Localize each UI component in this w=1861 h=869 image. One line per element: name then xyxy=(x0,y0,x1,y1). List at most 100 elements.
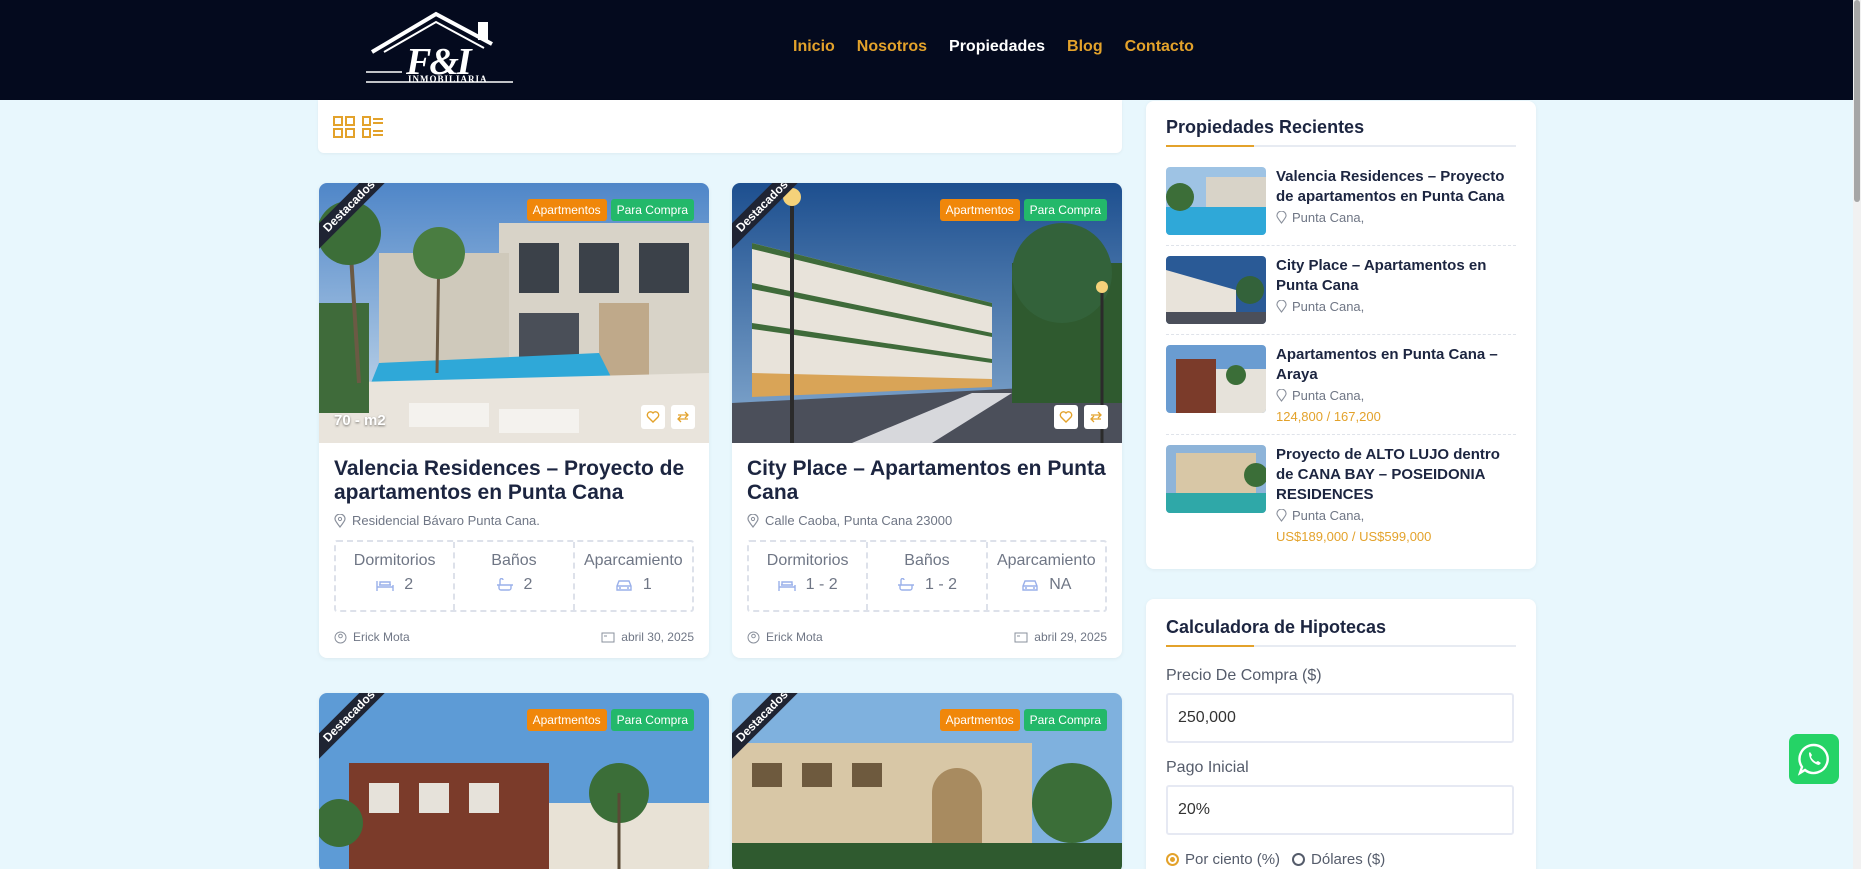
bed-icon xyxy=(376,581,394,591)
recent-title[interactable]: Valencia Residences – Proyecto de aparta… xyxy=(1276,167,1516,207)
property-specs: Dormitorios 1 - 2 Baños 1 - 2 Aparcamien… xyxy=(747,540,1107,612)
property-title[interactable]: Valencia Residences – Proyecto de aparta… xyxy=(334,457,694,505)
location-pin-icon xyxy=(1276,211,1287,224)
property-address: Residencial Bávaro Punta Cana. xyxy=(352,513,540,528)
radio-selected-icon[interactable] xyxy=(1166,853,1179,866)
type-tag[interactable]: Apartmentos xyxy=(526,199,607,221)
property-card[interactable]: Destacados Apartmentos Para Compra xyxy=(732,693,1122,869)
property-card[interactable]: Destacados Apartmentos Para Compra 70 - … xyxy=(319,183,709,658)
location-pin-icon xyxy=(1276,300,1287,313)
recent-location: Punta Cana, xyxy=(1292,388,1365,403)
author-name[interactable]: Erick Mota xyxy=(766,630,823,644)
property-title[interactable]: City Place – Apartamentos en Punta Cana xyxy=(747,457,1107,505)
recent-title[interactable]: Apartamentos en Punta Cana – Araya xyxy=(1276,345,1516,385)
bed-icon xyxy=(777,581,796,591)
recent-title[interactable]: City Place – Apartamentos en Punta Cana xyxy=(1276,256,1516,296)
logo-subtitle: INMOBILIARIA xyxy=(408,74,488,84)
recent-price: US$189,000 / US$599,000 xyxy=(1276,529,1432,544)
property-image[interactable]: Destacados Apartmentos Para Compra xyxy=(732,183,1122,443)
user-icon xyxy=(334,631,347,643)
compare-button[interactable] xyxy=(1084,405,1108,429)
status-tag[interactable]: Para Compra xyxy=(610,709,694,731)
area-label: 70 - m2 xyxy=(334,412,386,429)
bedrooms-value: 1 - 2 xyxy=(805,576,838,593)
view-toggle-bar xyxy=(318,100,1122,153)
property-specs: Dormitorios 2 Baños 2 Aparcamiento 1 xyxy=(334,540,694,612)
parking-value: 1 xyxy=(642,576,652,593)
status-tag[interactable]: Para Compra xyxy=(1023,709,1107,731)
widget-title: Propiedades Recientes xyxy=(1166,117,1516,147)
property-image[interactable]: Destacados Apartmentos Para Compra xyxy=(319,693,709,869)
heart-icon xyxy=(1059,411,1073,423)
favorite-button[interactable] xyxy=(641,405,665,429)
recent-thumbnail[interactable] xyxy=(1166,256,1266,324)
grid-icon[interactable] xyxy=(333,116,355,138)
author-name[interactable]: Erick Mota xyxy=(353,630,410,644)
whatsapp-button[interactable] xyxy=(1789,734,1839,784)
car-icon xyxy=(616,580,632,591)
status-tag[interactable]: Para Compra xyxy=(610,199,694,221)
compare-button[interactable] xyxy=(671,405,695,429)
property-address: Calle Caoba, Punta Cana 23000 xyxy=(765,513,953,528)
parking-label: Aparcamiento xyxy=(583,552,683,569)
page-scrollbar[interactable] xyxy=(1853,0,1861,869)
heart-icon xyxy=(646,411,660,423)
parking-label: Aparcamiento xyxy=(996,552,1096,569)
type-tag[interactable]: Apartmentos xyxy=(939,199,1020,221)
percent-radio[interactable]: Por ciento (%) xyxy=(1166,851,1280,868)
bathrooms-label: Baños xyxy=(491,552,537,569)
compare-icon xyxy=(1090,411,1102,423)
purchase-price-input[interactable] xyxy=(1166,693,1514,743)
scrollbar-thumb[interactable] xyxy=(1854,0,1860,202)
featured-ribbon: Destacados xyxy=(319,693,389,763)
location-pin-icon xyxy=(334,513,346,528)
nav-blog[interactable]: Blog xyxy=(1067,38,1103,56)
recent-item[interactable]: City Place – Apartamentos en Punta Cana … xyxy=(1166,246,1516,335)
parking-value: NA xyxy=(1049,576,1072,593)
down-payment-label: Pago Inicial xyxy=(1166,759,1249,776)
purchase-price-label: Precio De Compra ($) xyxy=(1166,667,1322,684)
recent-item[interactable]: Valencia Residences – Proyecto de aparta… xyxy=(1166,157,1516,246)
recent-item[interactable]: Proyecto de ALTO LUJO dentro de CANA BAY… xyxy=(1166,435,1516,554)
location-pin-icon xyxy=(1276,509,1287,522)
type-tag[interactable]: Apartmentos xyxy=(939,709,1020,731)
type-tag[interactable]: Apartmentos xyxy=(526,709,607,731)
compare-icon xyxy=(677,411,689,423)
user-icon xyxy=(747,631,760,643)
location-pin-icon xyxy=(1276,389,1287,402)
bedrooms-label: Dormitorios xyxy=(353,552,436,569)
widget-title: Calculadora de Hipotecas xyxy=(1166,617,1516,647)
nav-inicio[interactable]: Inicio xyxy=(793,38,835,56)
recent-location: Punta Cana, xyxy=(1292,299,1365,314)
recent-item[interactable]: Apartamentos en Punta Cana – Araya Punta… xyxy=(1166,335,1516,435)
down-payment-input[interactable] xyxy=(1166,785,1514,835)
property-image[interactable]: Destacados Apartmentos Para Compra xyxy=(732,693,1122,869)
list-icon[interactable] xyxy=(362,116,384,138)
recent-thumbnail[interactable] xyxy=(1166,445,1266,513)
radio-unselected-icon[interactable] xyxy=(1292,853,1306,866)
bedrooms-label: Dormitorios xyxy=(766,552,849,569)
bathrooms-value: 1 - 2 xyxy=(924,576,957,593)
post-date: abril 30, 2025 xyxy=(621,630,694,644)
calendar-icon xyxy=(1014,632,1028,642)
location-pin-icon xyxy=(747,513,759,528)
recent-price: 124,800 / 167,200 xyxy=(1276,409,1381,424)
status-tag[interactable]: Para Compra xyxy=(1023,199,1107,221)
calendar-icon xyxy=(601,632,615,642)
recent-thumbnail[interactable] xyxy=(1166,167,1266,235)
mortgage-calculator-widget: Calculadora de Hipotecas Precio De Compr… xyxy=(1146,599,1536,869)
site-logo[interactable]: F&I INMOBILIARIA xyxy=(366,10,520,88)
recent-thumbnail[interactable] xyxy=(1166,345,1266,413)
nav-contacto[interactable]: Contacto xyxy=(1125,38,1194,56)
nav-propiedades[interactable]: Propiedades xyxy=(949,38,1045,56)
whatsapp-icon xyxy=(1797,743,1829,776)
site-header: F&I INMOBILIARIA Inicio Nosotros Propied… xyxy=(0,0,1861,100)
property-card[interactable]: Destacados Apartmentos Para Compra xyxy=(319,693,709,869)
recent-title[interactable]: Proyecto de ALTO LUJO dentro de CANA BAY… xyxy=(1276,445,1516,505)
property-image[interactable]: Destacados Apartmentos Para Compra 70 - … xyxy=(319,183,709,443)
nav-nosotros[interactable]: Nosotros xyxy=(857,38,927,56)
dollars-radio[interactable]: Dólares ($) xyxy=(1292,851,1385,868)
featured-ribbon: Destacados xyxy=(732,183,802,253)
favorite-button[interactable] xyxy=(1054,405,1078,429)
property-card[interactable]: Destacados Apartmentos Para Compra City … xyxy=(732,183,1122,658)
